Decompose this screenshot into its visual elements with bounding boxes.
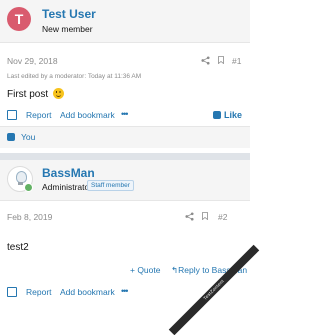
online-status-icon <box>24 183 33 192</box>
like-label: Like <box>224 110 243 120</box>
post-date[interactable]: Nov 29, 2018 <box>7 56 58 66</box>
post-text: test2 <box>7 242 29 253</box>
post-header: BassMan Administrator Staff member <box>0 160 250 201</box>
avatar[interactable]: T <box>7 7 31 31</box>
post-date[interactable]: Feb 8, 2019 <box>7 212 52 222</box>
staff-badge: Staff member <box>87 180 134 191</box>
bookmark-icon[interactable] <box>218 56 224 64</box>
lightbulb-base <box>18 182 23 185</box>
report-link[interactable]: Report <box>26 110 52 120</box>
thumbs-up-icon <box>7 133 15 141</box>
add-bookmark-link[interactable]: Add bookmark <box>60 287 115 297</box>
reactions-bar: You <box>0 126 250 148</box>
more-options-button[interactable]: ••• <box>121 109 129 119</box>
edited-note: Last edited by a moderator: Today at 11:… <box>7 73 142 80</box>
post-content: First post <box>7 88 64 100</box>
select-checkbox[interactable] <box>7 287 17 297</box>
username[interactable]: Test User <box>42 7 96 21</box>
select-checkbox[interactable] <box>7 110 17 120</box>
add-bookmark-link[interactable]: Add bookmark <box>60 110 115 120</box>
user-title: Administrator <box>42 182 93 192</box>
post-1: T Test User New member Nov 29, 2018 #1 L… <box>0 0 250 153</box>
reactions-list[interactable]: You <box>21 132 35 142</box>
more-options-button[interactable]: ••• <box>121 286 129 296</box>
smile-emoji-icon <box>52 88 64 99</box>
avatar[interactable] <box>7 166 33 192</box>
username[interactable]: BassMan <box>42 166 95 180</box>
post-content: test2 <box>7 242 29 253</box>
post-number[interactable]: #2 <box>218 212 227 222</box>
post-header: T Test User New member <box>0 0 250 43</box>
post-number[interactable]: #1 <box>232 56 241 66</box>
like-button[interactable]: Like <box>213 110 242 120</box>
share-icon[interactable] <box>185 212 194 221</box>
bookmark-icon[interactable] <box>202 212 208 220</box>
user-title: New member <box>42 24 93 34</box>
post-text: First post <box>7 89 49 100</box>
share-icon[interactable] <box>201 56 210 65</box>
report-link[interactable]: Report <box>26 287 52 297</box>
thumbs-up-icon <box>213 111 221 119</box>
quote-button[interactable]: + Quote <box>130 265 160 275</box>
post-separator <box>0 153 250 160</box>
